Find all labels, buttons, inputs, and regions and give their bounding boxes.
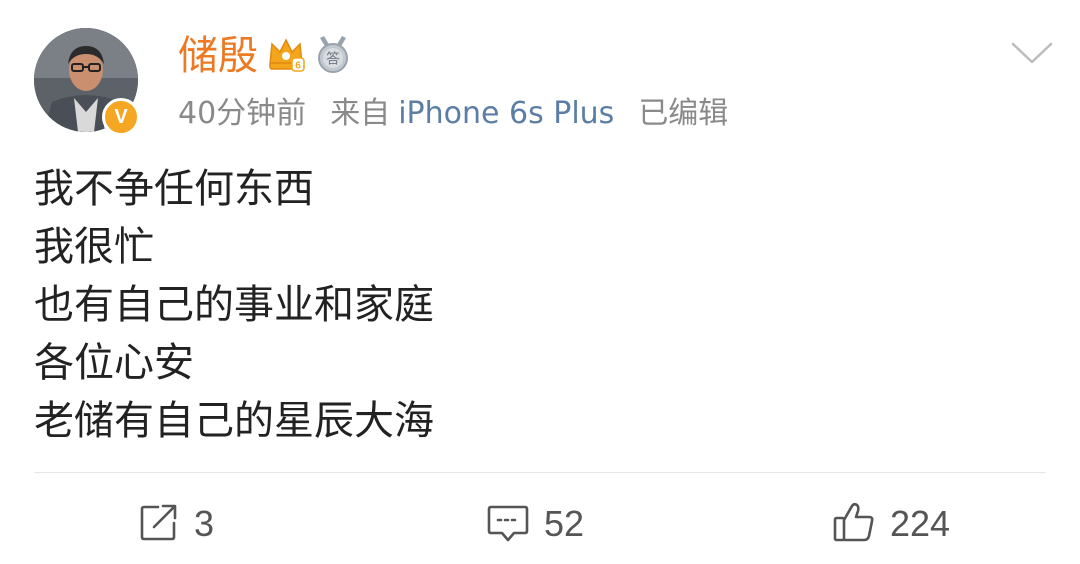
divider [34, 472, 1046, 473]
post-line: 我不争任何东西 [34, 166, 314, 212]
repost-count: 3 [194, 503, 215, 544]
answer-medal-icon[interactable]: 答 [314, 34, 352, 78]
like-button[interactable]: 224 [832, 498, 950, 550]
crown-level-text: 6 [295, 61, 301, 72]
source-label: 来自 [330, 96, 391, 131]
comment-icon [486, 501, 530, 547]
post-time: 40分钟前 [178, 96, 307, 131]
post-meta: 40分钟前 来自 iPhone 6s Plus 已编辑 [178, 92, 728, 136]
like-count: 224 [890, 503, 951, 544]
author-name[interactable]: 储殷 [178, 30, 258, 82]
repost-icon [138, 501, 180, 547]
post-text: 我不争任何东西 我很忙 也有自己的事业和家庭 各位心安 老储有自己的星辰大海 [34, 160, 1044, 450]
verified-badge-glyph: V [114, 106, 128, 128]
source-device-link[interactable]: iPhone 6s Plus [398, 92, 614, 136]
edited-label[interactable]: 已编辑 [638, 92, 728, 136]
post-line: 老储有自己的星辰大海 [34, 398, 434, 444]
comment-count: 52 [544, 503, 585, 544]
post-line: 各位心安 [34, 340, 194, 386]
like-icon [832, 500, 876, 548]
member-crown-icon[interactable]: 6 [266, 34, 306, 78]
repost-button[interactable]: 3 [138, 498, 214, 550]
comment-button[interactable]: 52 [486, 498, 584, 550]
post-line: 我很忙 [34, 224, 154, 270]
post-line: 也有自己的事业和家庭 [34, 282, 434, 328]
medal-glyph-text: 答 [326, 51, 340, 68]
author-header: 储殷 6 答 [178, 30, 352, 82]
chevron-down-icon[interactable] [1010, 40, 1054, 68]
verified-badge-icon: V [102, 98, 140, 136]
